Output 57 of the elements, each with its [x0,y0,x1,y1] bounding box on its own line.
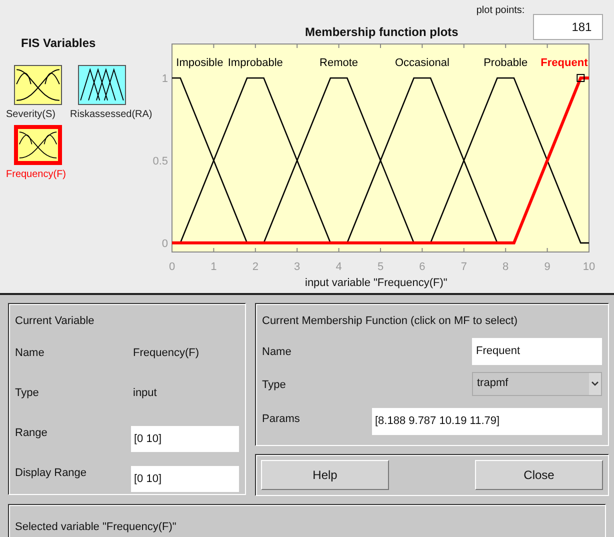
variable-icon[interactable] [14,65,62,105]
x-axis-label: input variable "Frequency(F)" [305,276,448,291]
field-value: Frequency(F) [133,346,200,362]
chart-title: Membership function plots [305,24,458,41]
mf-label[interactable]: Improbable [228,57,283,69]
field-label: Range [15,426,48,442]
mf-type-dropdown[interactable]: trapmf [472,372,602,396]
x-tick-label: 9 [544,261,550,273]
mf-label[interactable]: Occasional [395,57,450,69]
field-label: Type [15,386,40,402]
x-tick-label: 0 [168,261,176,273]
status-text: Selected variable "Frequency(F)" [15,521,176,533]
membership-curve[interactable] [172,77,248,244]
handle-icon[interactable] [576,74,585,82]
membership-curve[interactable] [263,77,414,244]
y-tick-label: 0.5 [152,155,168,168]
variable-icon[interactable] [78,65,126,105]
field-label: Name [15,346,46,362]
y-tick-label: 1 [162,72,168,85]
x-tick-label: 7 [460,261,467,273]
variable-label[interactable]: Severity(S) [6,107,56,122]
x-tick-label: 8 [502,261,509,273]
x-tick-label: 1 [210,261,217,273]
mf-label[interactable]: Remote [320,57,358,69]
mf-name-field[interactable]: Frequent [472,338,602,364]
field-value: input [133,386,157,402]
mf-label[interactable]: Probable [484,57,528,69]
panel-title: FIS Variables [20,35,97,52]
x-tick-label: 4 [336,261,342,273]
membership-curve[interactable] [180,77,332,244]
x-tick-label: 5 [377,261,384,273]
plot-points-label: plot points: [476,4,525,18]
mf-label[interactable]: Imposible [176,57,224,69]
variable-icon[interactable] [14,125,62,165]
x-tick-label: 3 [294,261,300,273]
dialog-button[interactable]: Help [261,460,389,490]
plot-points-field[interactable]: 181 [532,14,603,40]
membership-curve[interactable] [346,77,498,244]
membership-curve[interactable] [430,77,589,244]
field-label: Name [262,344,292,360]
membership-curve[interactable] [172,76,589,244]
y-tick-label: 0 [162,238,168,250]
panel-title: Current Membership Function (click on MF to select) [262,314,519,329]
range-field[interactable]: [0 10] [131,426,239,452]
chevron-down-icon [589,372,601,394]
x-tick-label: 6 [419,261,426,273]
variable-label[interactable]: Riskassessed(RA) [70,107,152,122]
dialog-button[interactable]: Close [475,460,603,490]
mf-label[interactable]: Frequent [540,57,588,69]
mf-params-field[interactable]: [8.188 9.787 10.19 11.79] [372,408,602,434]
x-tick-label: 2 [252,261,258,273]
range-field[interactable]: [0 10] [131,466,239,492]
field-label: Type [262,378,287,392]
panel-title: Current Variable [15,314,96,329]
field-label: Params [262,412,301,426]
x-tick-label: 10 [582,261,596,273]
field-label: Display Range [15,466,88,482]
